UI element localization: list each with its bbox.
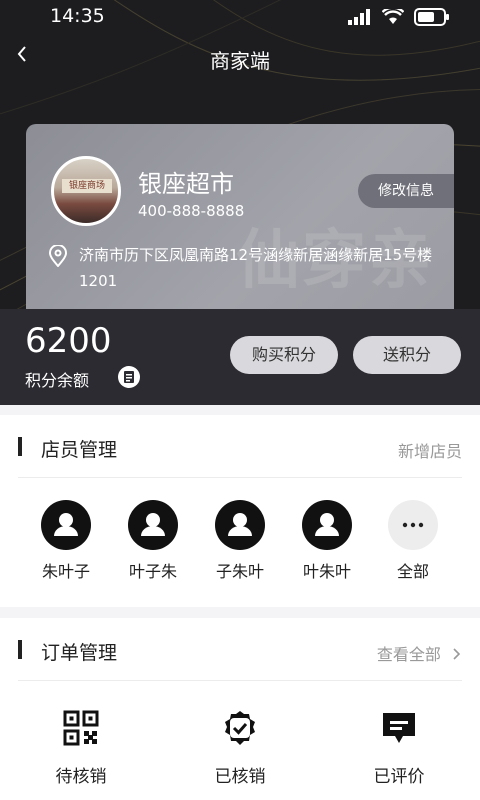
staff-member[interactable]: 子朱叶 xyxy=(200,500,280,582)
more-dots-icon xyxy=(388,500,438,550)
order-pending-item[interactable]: 待核销 xyxy=(26,710,136,787)
status-time: 14:35 xyxy=(50,5,105,27)
order-verified-item[interactable]: 已核销 xyxy=(185,710,295,787)
shop-phone: 400-888-8888 xyxy=(138,202,245,220)
buy-points-button[interactable]: 购买积分 xyxy=(230,336,338,374)
status-icons xyxy=(348,8,450,26)
orders-section-header: 订单管理 查看全部 xyxy=(18,618,462,681)
staff-member[interactable]: 叶子朱 xyxy=(113,500,193,582)
page-title: 商家端 xyxy=(210,49,270,73)
order-reviewed-label: 已评价 xyxy=(373,767,425,787)
add-staff-link[interactable]: 新增店员 xyxy=(398,438,462,462)
qr-code-icon xyxy=(63,710,99,746)
staff-section: 店员管理 新增店员 朱叶子 叶子朱 子朱叶 叶朱叶 全部 xyxy=(0,415,480,607)
staff-name: 子朱叶 xyxy=(215,562,264,581)
order-status-list: 待核销 已核销 已评价 xyxy=(0,710,480,790)
section-marker xyxy=(18,437,22,456)
points-label: 积分余额 xyxy=(25,371,90,390)
order-reviewed-item[interactable]: 已评价 xyxy=(344,710,454,787)
view-all-orders-link[interactable]: 查看全部 xyxy=(377,641,462,665)
points-value: 6200 xyxy=(25,321,112,361)
order-pending-label: 待核销 xyxy=(55,767,107,787)
verified-badge-icon xyxy=(225,711,255,745)
points-panel: 6200 积分余额 购买积分 送积分 xyxy=(0,309,480,405)
battery-icon xyxy=(414,8,449,26)
shop-avatar: 银座商场 xyxy=(51,156,121,226)
orders-section: 订单管理 查看全部 待核销 已核销 已评价 xyxy=(0,618,480,800)
staff-name: 叶子朱 xyxy=(128,562,177,581)
user-avatar-icon xyxy=(302,500,352,550)
section-marker xyxy=(18,640,22,659)
signal-icon xyxy=(348,9,370,25)
staff-section-title: 店员管理 xyxy=(41,439,118,461)
wifi-icon xyxy=(382,9,404,24)
staff-member[interactable]: 朱叶子 xyxy=(26,500,106,582)
staff-member[interactable]: 叶朱叶 xyxy=(287,500,367,582)
points-detail-icon[interactable] xyxy=(118,366,140,388)
shop-name: 银座超市 xyxy=(138,170,234,198)
send-points-button[interactable]: 送积分 xyxy=(353,336,461,374)
order-verified-label: 已核销 xyxy=(214,767,266,787)
header-hero: 14:35 商家端 仙穿亲 银座商场 银座超市 400-888-8888 修改信… xyxy=(0,0,480,405)
user-avatar-icon xyxy=(215,500,265,550)
nav-bar: 商家端 xyxy=(0,40,480,78)
shop-address: 济南市历下区凤凰南路12号涵缘新居涵缘新居15号楼1201 xyxy=(79,246,433,290)
staff-list: 朱叶子 叶子朱 子朱叶 叶朱叶 全部 xyxy=(0,500,480,590)
staff-name: 朱叶子 xyxy=(41,562,90,581)
orders-section-title: 订单管理 xyxy=(41,642,118,664)
storefront-sign: 银座商场 xyxy=(62,179,112,193)
chevron-right-icon xyxy=(453,648,461,660)
staff-name: 叶朱叶 xyxy=(302,562,351,581)
staff-section-header: 店员管理 新增店员 xyxy=(18,415,462,478)
view-all-staff-button[interactable]: 全部 xyxy=(373,500,453,582)
user-avatar-icon xyxy=(41,500,91,550)
status-bar: 14:35 xyxy=(0,0,480,34)
view-all-orders-label: 查看全部 xyxy=(376,645,441,664)
edit-info-button[interactable]: 修改信息 xyxy=(358,174,454,208)
view-all-label: 全部 xyxy=(396,562,429,581)
shop-card: 仙穿亲 银座商场 银座超市 400-888-8888 修改信息 济南市历下区凤凰… xyxy=(26,124,454,319)
comment-icon xyxy=(383,713,415,743)
user-avatar-icon xyxy=(128,500,178,550)
location-pin-icon xyxy=(48,245,68,267)
